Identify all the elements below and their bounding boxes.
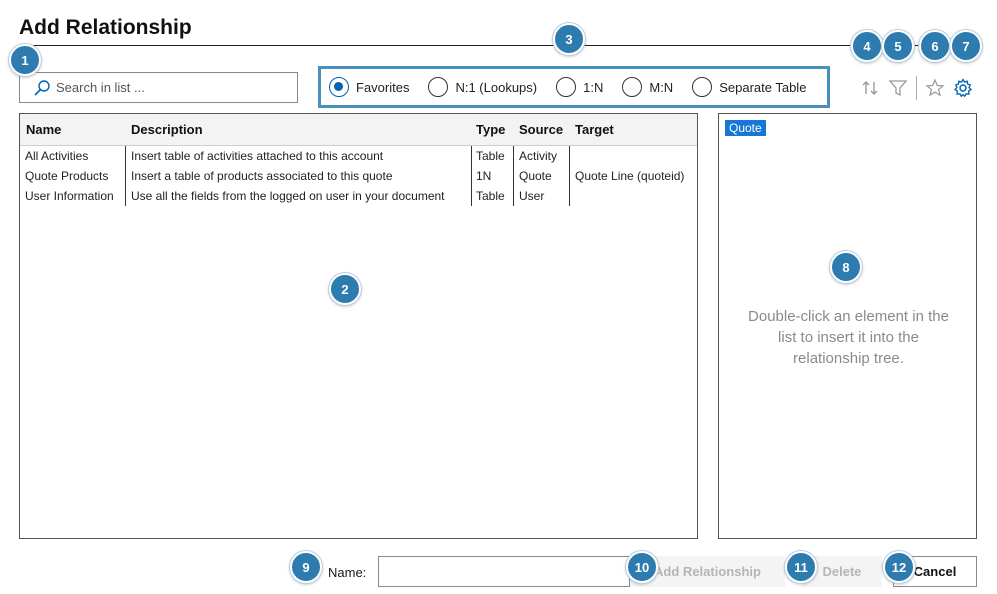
name-label: Name: <box>328 565 367 580</box>
radio-1n[interactable]: 1:N <box>556 77 603 97</box>
table-row[interactable]: Quote Products Insert a table of product… <box>20 166 697 186</box>
column-header-target[interactable]: Target <box>575 122 614 137</box>
cell-source: Quote <box>519 169 552 183</box>
callout-badge: 2 <box>329 273 361 305</box>
cell-name: All Activities <box>25 149 89 163</box>
callout-badge: 9 <box>290 551 322 583</box>
dialog-title: Add Relationship <box>19 16 192 39</box>
cell-source: Activity <box>519 149 558 163</box>
search-icon <box>34 79 50 96</box>
radio-label: Separate Table <box>719 79 807 95</box>
radio-circle-selected <box>329 77 349 97</box>
callout-badge: 10 <box>626 551 658 583</box>
callout-badge: 11 <box>785 551 817 583</box>
callout-badge: 8 <box>830 251 862 283</box>
filter-icon <box>888 80 908 97</box>
cell-description: Use all the fields from the logged on us… <box>131 189 445 203</box>
sort-button[interactable] <box>859 77 881 99</box>
callout-badge: 6 <box>919 30 951 62</box>
radio-n1-lookups[interactable]: N:1 (Lookups) <box>428 77 537 97</box>
table-row[interactable]: User Information Use all the fields from… <box>20 186 697 206</box>
name-input[interactable] <box>378 556 630 587</box>
cell-name: Quote Products <box>25 169 109 183</box>
gear-icon <box>953 78 973 98</box>
list-header: Name Description Type Source Target <box>20 114 697 146</box>
column-header-source[interactable]: Source <box>519 122 563 137</box>
search-placeholder: Search in list ... <box>56 80 145 95</box>
column-header-description[interactable]: Description <box>131 122 203 137</box>
radio-separate-table[interactable]: Separate Table <box>692 77 806 97</box>
radio-label: N:1 (Lookups) <box>455 79 538 95</box>
column-header-type[interactable]: Type <box>476 122 505 137</box>
tree-root-node[interactable]: Quote <box>725 120 766 136</box>
toolbar-separator <box>916 76 917 100</box>
relationship-tree[interactable]: Quote Double-click an element in the lis… <box>718 113 977 539</box>
favorite-button[interactable] <box>924 77 946 99</box>
tree-empty-hint: Double-click an element in the list to i… <box>748 308 949 367</box>
callout-badge: 1 <box>9 44 41 76</box>
filter-button[interactable] <box>887 77 909 99</box>
cell-description: Insert a table of products associated to… <box>131 169 393 183</box>
relationship-list[interactable]: Name Description Type Source Target All … <box>19 113 698 539</box>
column-header-name[interactable]: Name <box>26 122 61 137</box>
radio-mn[interactable]: M:N <box>622 77 673 97</box>
star-icon <box>925 78 945 97</box>
radio-label: 1:N <box>583 79 604 95</box>
callout-badge: 12 <box>883 551 915 583</box>
cell-type: 1N <box>476 169 492 183</box>
callout-badge: 5 <box>882 30 914 62</box>
radio-label: M:N <box>649 79 674 95</box>
cell-description: Insert table of activities attached to t… <box>131 149 384 163</box>
radio-label: Favorites <box>356 79 410 95</box>
callout-badge: 4 <box>851 30 883 62</box>
sort-icon <box>862 81 878 95</box>
radio-favorites[interactable]: Favorites <box>329 77 409 97</box>
cell-name: User Information <box>25 189 114 203</box>
search-input[interactable]: Search in list ... <box>19 72 298 103</box>
relationship-type-radio-group: Favorites N:1 (Lookups) 1:N M:N Separate… <box>318 66 830 108</box>
settings-button[interactable] <box>952 77 974 99</box>
table-row[interactable]: All Activities Insert table of activitie… <box>20 146 697 166</box>
radio-circle <box>692 77 713 97</box>
cell-source: User <box>519 189 545 203</box>
callout-badge: 7 <box>950 30 982 62</box>
cell-type: Table <box>476 189 505 203</box>
title-divider <box>19 45 979 46</box>
cell-type: Table <box>476 149 505 163</box>
callout-badge: 3 <box>553 23 585 55</box>
radio-circle <box>428 77 449 97</box>
cell-target: Quote Line (quoteid) <box>575 169 685 183</box>
radio-circle <box>556 77 577 97</box>
radio-circle <box>622 77 643 97</box>
